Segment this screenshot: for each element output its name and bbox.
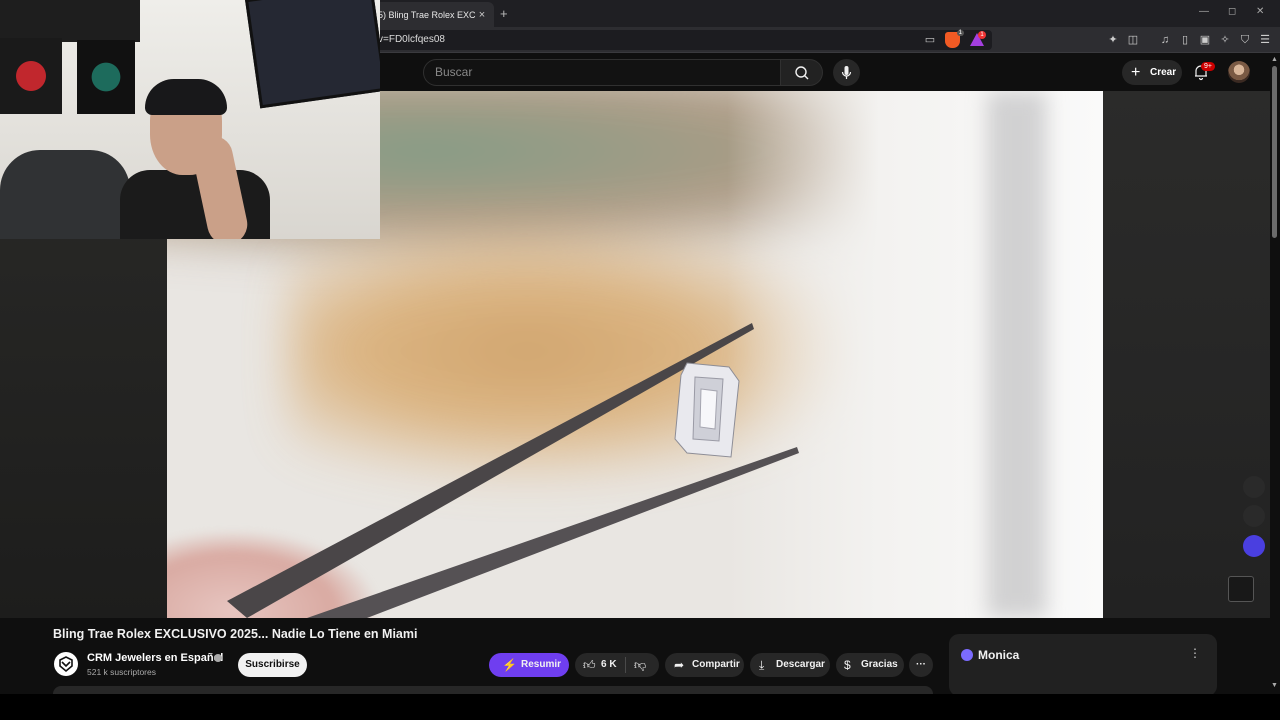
webcam-shelf <box>0 0 140 42</box>
search-icon <box>795 66 809 80</box>
monica-float-icon[interactable] <box>1243 535 1265 557</box>
thanks-button[interactable]: $ Gracias <box>836 653 904 677</box>
screen: 5) Bling Trae Rolex EXCLU × + — ◻ ✕ v=FD… <box>0 0 1280 720</box>
create-label: Crear <box>1150 67 1177 78</box>
subscribe-button[interactable]: Suscribirse <box>238 653 307 677</box>
webcam-poster-red <box>0 38 62 114</box>
thanks-label: Gracias <box>861 659 898 670</box>
maximize-button[interactable]: ◻ <box>1228 6 1236 17</box>
download-button[interactable]: ⤓ Descargar <box>750 653 830 677</box>
monica-panel: Monica ⋮ <box>949 634 1217 696</box>
music-icon[interactable]: ♫ <box>1158 33 1172 47</box>
leo-ai-icon[interactable]: ✧ <box>1218 33 1232 47</box>
notifications-badge: 9+ <box>1201 62 1215 71</box>
like-count: 6 K <box>601 659 617 670</box>
screenshot-icon[interactable]: ◫ <box>1126 33 1140 47</box>
scroll-thumb[interactable] <box>1272 66 1277 238</box>
new-tab-button[interactable]: + <box>500 6 508 21</box>
menu-icon[interactable]: ☰ <box>1258 33 1272 47</box>
browser-tab[interactable]: 5) Bling Trae Rolex EXCLU × <box>372 2 494 27</box>
shields-count: 1 <box>956 30 964 36</box>
search-input[interactable]: Buscar <box>423 59 781 86</box>
tools-icon[interactable] <box>1243 505 1265 527</box>
channel-avatar[interactable] <box>54 652 78 676</box>
sidebar-icon[interactable]: ▯ <box>1178 33 1192 47</box>
rewards-badge: 1 <box>978 31 986 39</box>
translate-icon[interactable] <box>1243 476 1265 498</box>
vpn-shield-icon[interactable]: ⛉ <box>1238 33 1252 47</box>
extensions-icon[interactable]: ✦ <box>1106 33 1120 47</box>
tab-close-icon[interactable]: × <box>476 9 488 21</box>
cast-icon[interactable]: ▭ <box>923 33 937 47</box>
tab-title: 5) Bling Trae Rolex EXCLU <box>378 9 476 20</box>
crm-logo-icon <box>59 656 73 673</box>
scroll-up-icon[interactable]: ▲ <box>1271 56 1278 63</box>
brave-shields-icon[interactable]: 1 <box>945 30 964 48</box>
webcam-monitor <box>244 0 380 109</box>
voice-search-button[interactable] <box>833 59 860 86</box>
like-icon[interactable]: 👍︎ <box>583 653 596 677</box>
emerald-cut-diamond-image <box>674 362 740 458</box>
video-title: Bling Trae Rolex EXCLUSIVO 2025... Nadie… <box>53 627 418 641</box>
scroll-down-icon[interactable]: ▼ <box>1271 682 1278 689</box>
webcam-person <box>120 79 270 239</box>
url-field[interactable]: v=FD0lcfqes08 <box>372 30 992 50</box>
channel-name[interactable]: CRM Jewelers en Español <box>87 652 223 664</box>
page-scrollbar[interactable]: ▲ ▼ <box>1270 54 1280 694</box>
share-label: Compartir <box>692 659 740 670</box>
wallet-icon[interactable]: ▣ <box>1198 33 1212 47</box>
close-window-button[interactable]: ✕ <box>1256 6 1264 17</box>
summarize-label: Resumir <box>521 659 562 670</box>
like-divider <box>625 657 626 673</box>
verified-badge-icon <box>214 654 222 662</box>
bottom-bar <box>0 694 1280 720</box>
person-hair <box>145 79 227 115</box>
webcam-overlay <box>0 0 380 239</box>
monica-logo-icon <box>961 649 973 661</box>
webcam-chair <box>0 150 130 239</box>
create-button[interactable]: + Crear <box>1122 60 1182 85</box>
dislike-icon[interactable]: 👎︎ <box>634 653 646 677</box>
like-dislike-group: 👍︎ 6 K 👎︎ <box>575 653 659 677</box>
person-body <box>120 170 270 239</box>
monica-title: Monica <box>978 648 1020 662</box>
crm-watermark-icon <box>1228 576 1254 602</box>
user-avatar[interactable] <box>1228 61 1250 83</box>
share-icon: ➦ <box>674 658 685 672</box>
description-box[interactable] <box>53 686 933 694</box>
microphone-icon <box>841 66 852 79</box>
sparkle-icon: ⚡ <box>502 658 517 672</box>
monica-more-icon[interactable]: ⋮ <box>1189 646 1201 660</box>
summarize-button[interactable]: ⚡ Resumir <box>489 653 569 677</box>
more-actions-button[interactable]: ··· <box>909 653 933 677</box>
download-icon: ⤓ <box>759 658 765 672</box>
search-button[interactable] <box>781 59 823 86</box>
share-button[interactable]: ➦ Compartir <box>665 653 744 677</box>
plus-icon: + <box>1131 64 1141 81</box>
download-label: Descargar <box>776 659 825 670</box>
subscriber-count: 521 k suscriptores <box>87 667 156 677</box>
thanks-icon: $ <box>844 658 851 672</box>
minimize-button[interactable]: — <box>1199 6 1209 17</box>
